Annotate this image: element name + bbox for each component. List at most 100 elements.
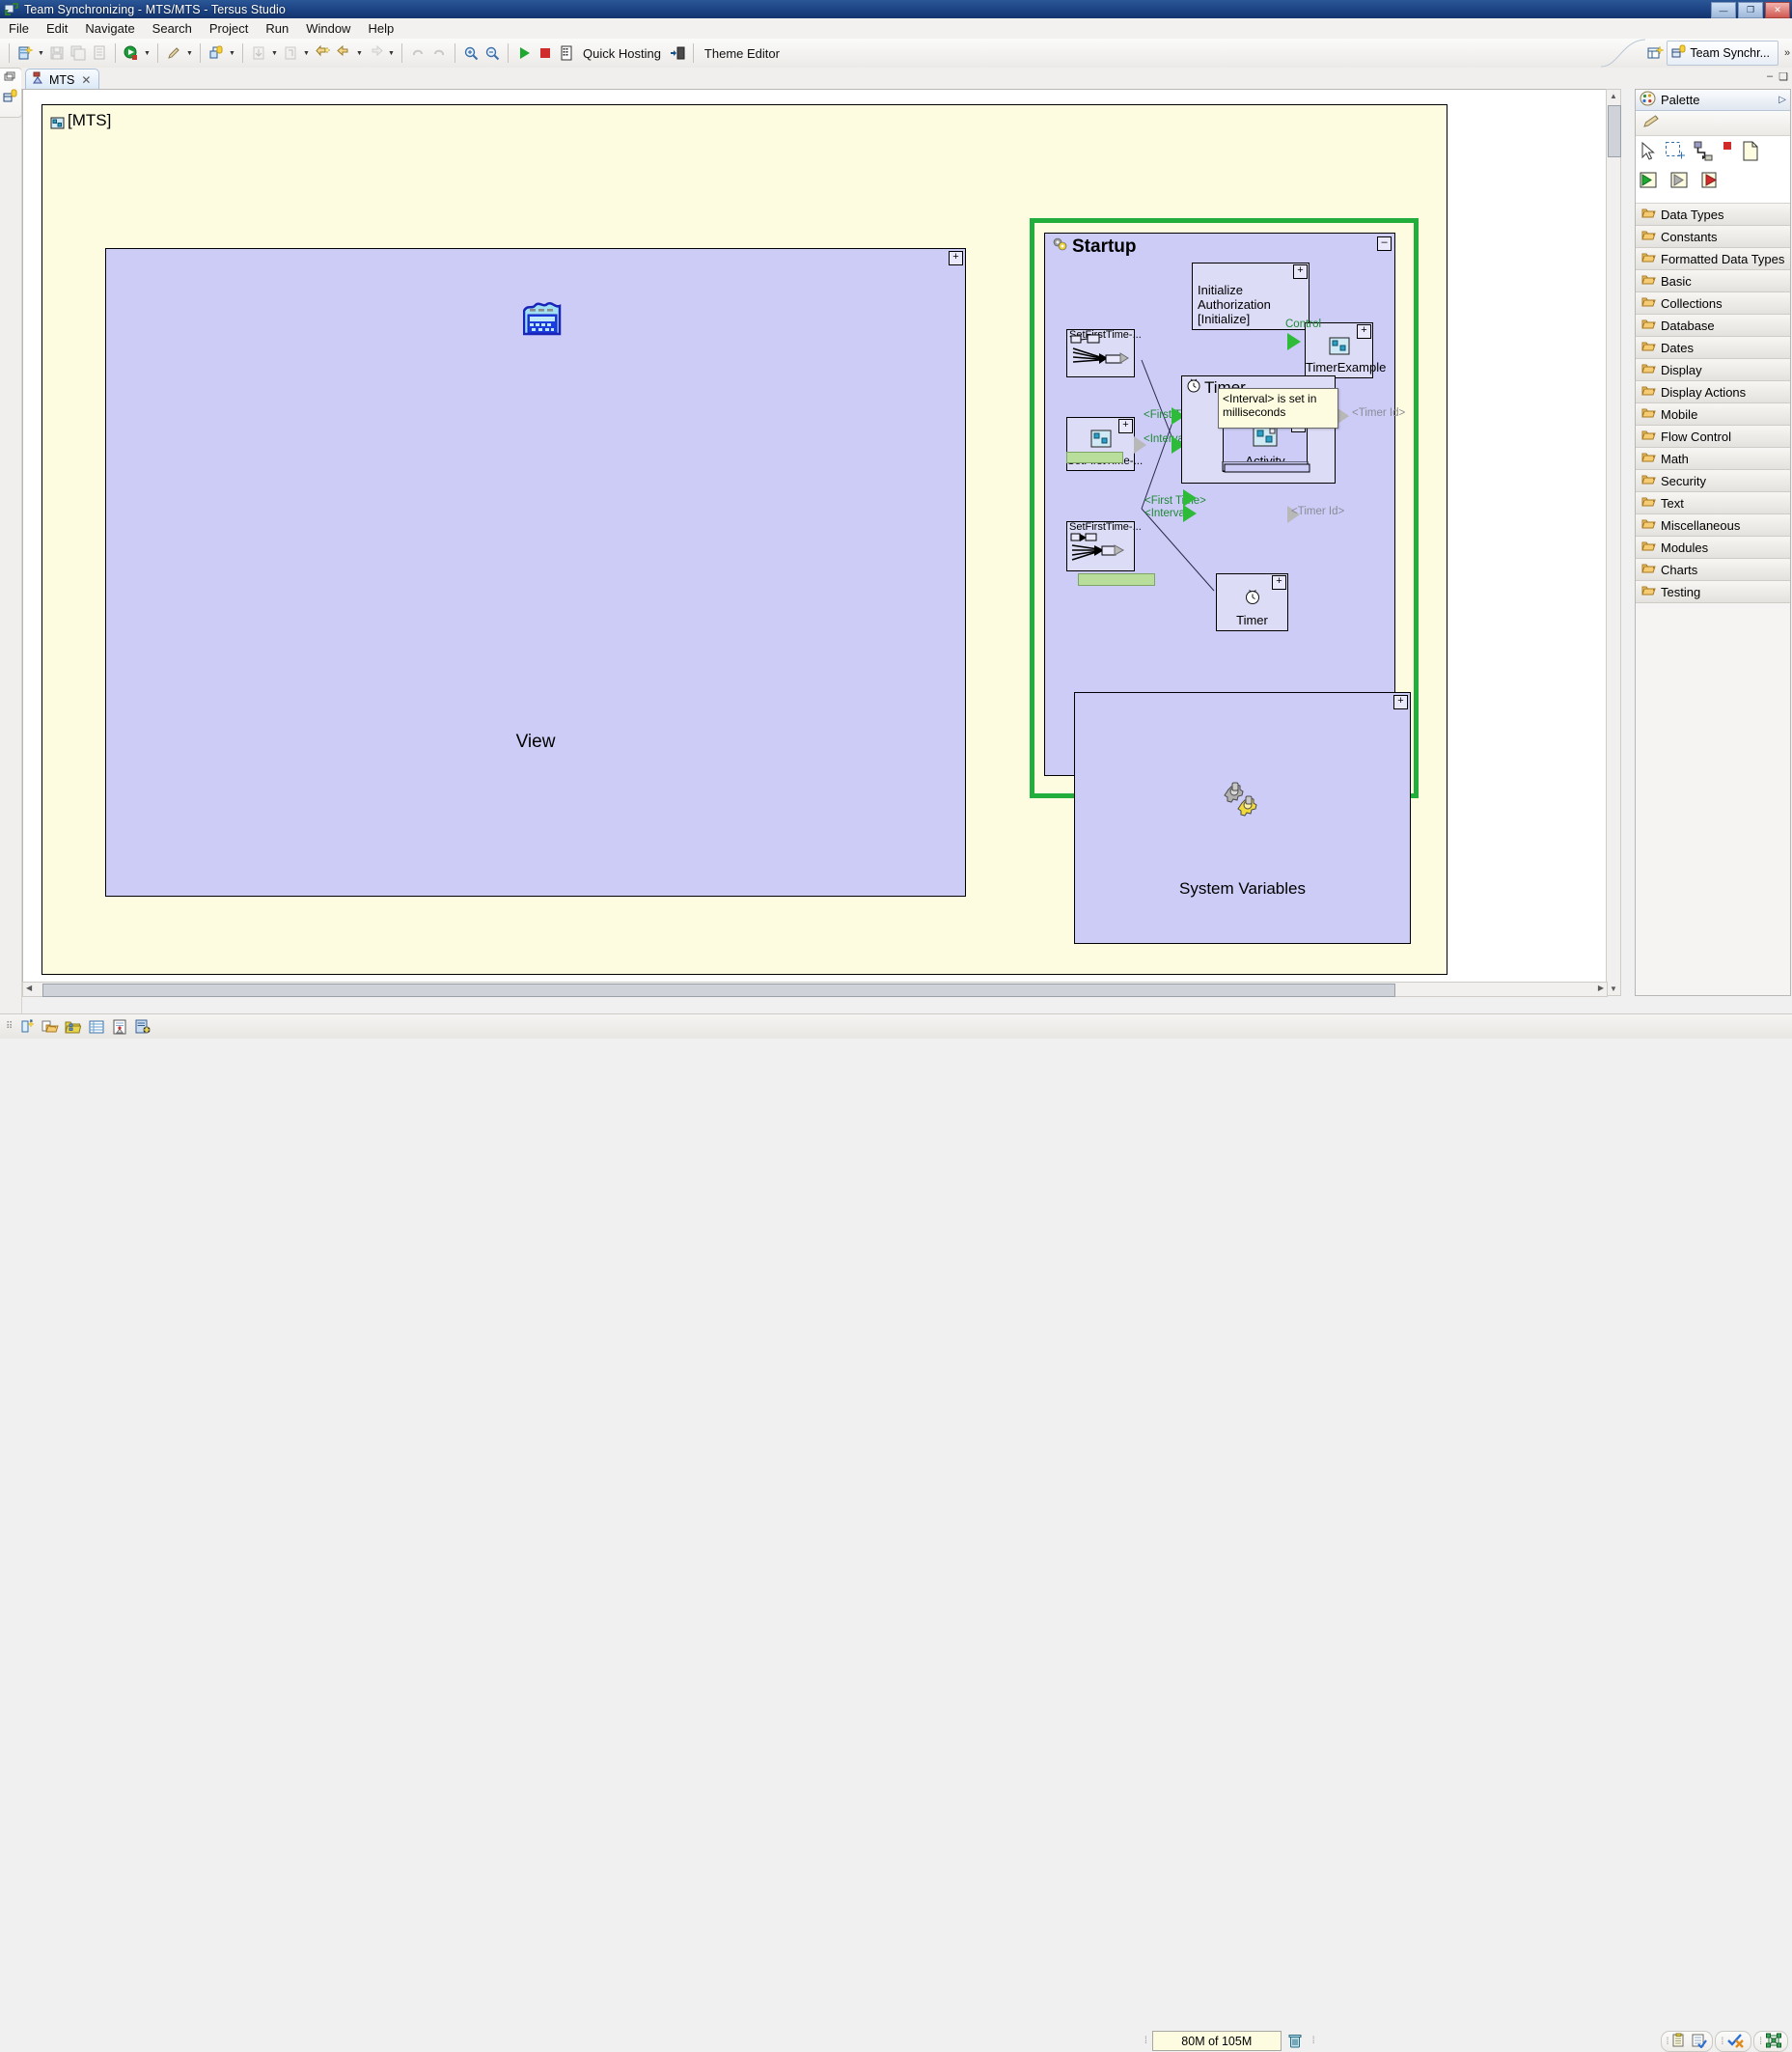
menu-project[interactable]: Project [201,19,257,38]
theme-editor-label[interactable]: Theme Editor [699,46,786,61]
input-port-green[interactable] [1287,333,1301,350]
editor-maximize-button[interactable]: ❑ [1778,70,1788,83]
menu-help[interactable]: Help [359,19,402,38]
palette-drawer-charts[interactable]: Charts [1636,559,1790,581]
output-red-icon[interactable] [1701,170,1724,194]
palette-drawer-collections[interactable]: Collections [1636,292,1790,315]
mts-root-container[interactable]: [MTS] + View Startup – + Initialize Auth… [41,104,1447,975]
run-green-icon[interactable] [513,42,535,64]
canvas-horizontal-scrollbar[interactable]: ◀ ▶ [22,982,1608,997]
scroll-down-icon[interactable]: ▼ [1610,984,1617,993]
team-sync-shortcut-icon[interactable] [3,89,18,106]
palette-drawer-text[interactable]: Text [1636,492,1790,514]
scroll-up-icon[interactable]: ▲ [1610,92,1617,100]
run-dropdown[interactable]: ▼ [142,42,152,64]
debug-icon[interactable] [134,1018,152,1036]
new-wizard-icon[interactable] [14,42,36,64]
menu-navigate[interactable]: Navigate [76,19,143,38]
inout-gray-icon[interactable] [1670,170,1694,194]
diagram-surface[interactable]: [MTS] + View Startup – + Initialize Auth… [23,90,1620,995]
red-square-icon[interactable] [1723,141,1734,165]
palette-drawer-formatted-data-types[interactable]: Formatted Data Types [1636,248,1790,270]
grip-icon[interactable]: ⁞ [1759,2037,1762,2047]
new-wizard-dropdown[interactable]: ▼ [36,42,46,64]
palette-drawer-display[interactable]: Display [1636,359,1790,381]
menu-window[interactable]: Window [297,19,359,38]
new-element-icon[interactable] [18,1018,36,1036]
horizontal-scroll-thumb[interactable] [42,984,1395,997]
node-setfirsttime-c[interactable]: SetFirstTime-... [1066,521,1142,571]
palette-drawer-mobile[interactable]: Mobile [1636,403,1790,426]
palette-drawer-security[interactable]: Security [1636,470,1790,492]
table-icon[interactable] [88,1018,105,1036]
palette-drawer-testing[interactable]: Testing [1636,581,1790,603]
palette-drawer-constants[interactable]: Constants [1636,226,1790,248]
network-icon[interactable] [1765,2033,1782,2051]
clipboard-icon[interactable] [1671,2033,1688,2051]
canvas-vertical-scrollbar[interactable]: ▲ ▼ [1606,89,1621,996]
grip-icon[interactable]: ⁞ [1721,2037,1723,2047]
pencil-dropdown[interactable]: ▼ [184,42,195,64]
menu-search[interactable]: Search [144,19,201,38]
marquee-icon[interactable] [1665,141,1686,165]
chevron-right-icon[interactable]: ▷ [1778,95,1786,105]
copy-folder-icon[interactable] [41,1018,60,1036]
zoom-in-icon[interactable] [460,42,482,64]
palette-drawer-math[interactable]: Math [1636,448,1790,470]
input-green-icon[interactable] [1640,170,1663,194]
palette-drawer-modules[interactable]: Modules [1636,537,1790,559]
palette-drawer-basic[interactable]: Basic [1636,270,1790,292]
view-expand-button[interactable]: + [949,251,963,265]
stop-red-icon[interactable] [535,42,556,64]
editor-tab-mts[interactable]: MTS ✕ [25,69,100,90]
expand-button[interactable]: + [1272,575,1286,590]
palette-drawer-miscellaneous[interactable]: Miscellaneous [1636,514,1790,537]
palette-drawer-dates[interactable]: Dates [1636,337,1790,359]
close-button[interactable]: ✕ [1765,2,1790,18]
palette-drawer-display-actions[interactable]: Display Actions [1636,381,1790,403]
input-port-green[interactable] [1183,505,1197,522]
perspective-team-synchronizing[interactable]: Team Synchr... [1667,41,1778,66]
palette-drawer-data-types[interactable]: Data Types [1636,204,1790,226]
trash-icon[interactable] [1282,2031,1309,2051]
system-variables-container[interactable]: + System Variables [1074,692,1411,944]
node-timer[interactable]: + Timer [1216,573,1288,631]
run-icon[interactable] [121,42,142,64]
prev-annotation-icon[interactable] [312,42,333,64]
zoom-out-icon[interactable] [482,42,503,64]
back-dropdown[interactable]: ▼ [354,42,365,64]
expand-button[interactable]: + [1118,419,1133,433]
pencil-icon[interactable] [163,42,184,64]
palette-drawer-database[interactable]: Database [1636,315,1790,337]
quick-hosting-toggle-icon[interactable] [667,42,688,64]
deploy-icon[interactable] [206,42,227,64]
pencil-icon[interactable] [1641,114,1663,132]
deploy-dropdown[interactable]: ▼ [227,42,237,64]
editor-minimize-button[interactable]: – [1767,70,1773,83]
view-container[interactable]: + View [105,248,966,897]
maximize-button[interactable]: ❐ [1738,2,1763,18]
startup-collapse-button[interactable]: – [1377,236,1392,251]
quick-hosting-label[interactable]: Quick Hosting [577,46,667,61]
palette-drawer-flow-control[interactable]: Flow Control [1636,426,1790,448]
connection-icon[interactable] [1694,141,1715,165]
menu-file[interactable]: File [0,19,38,38]
project-folder-icon[interactable] [65,1018,82,1036]
grip-icon[interactable]: ⁞ [1667,2037,1669,2047]
console-icon[interactable] [556,42,577,64]
scroll-left-icon[interactable]: ◀ [26,984,32,992]
palette-header[interactable]: Palette ▷ [1636,90,1790,111]
node-timer-example[interactable]: + TimerExample [1305,322,1386,378]
note-icon[interactable] [1742,141,1759,165]
task-icon[interactable] [1691,2033,1708,2051]
diagram-canvas[interactable]: [MTS] + View Startup – + Initialize Auth… [22,89,1621,996]
node-setfirsttime-a[interactable]: SetFirstTime-... [1066,329,1142,377]
check-x-icon[interactable] [1726,2033,1746,2051]
restore-icon[interactable] [3,71,16,86]
system-variables-expand-button[interactable]: + [1393,695,1408,709]
export-doc-icon[interactable] [111,1018,128,1036]
expand-button[interactable]: + [1293,264,1308,279]
scroll-right-icon[interactable]: ▶ [1598,984,1604,992]
menu-run[interactable]: Run [257,19,297,38]
vertical-scroll-thumb[interactable] [1608,105,1621,157]
